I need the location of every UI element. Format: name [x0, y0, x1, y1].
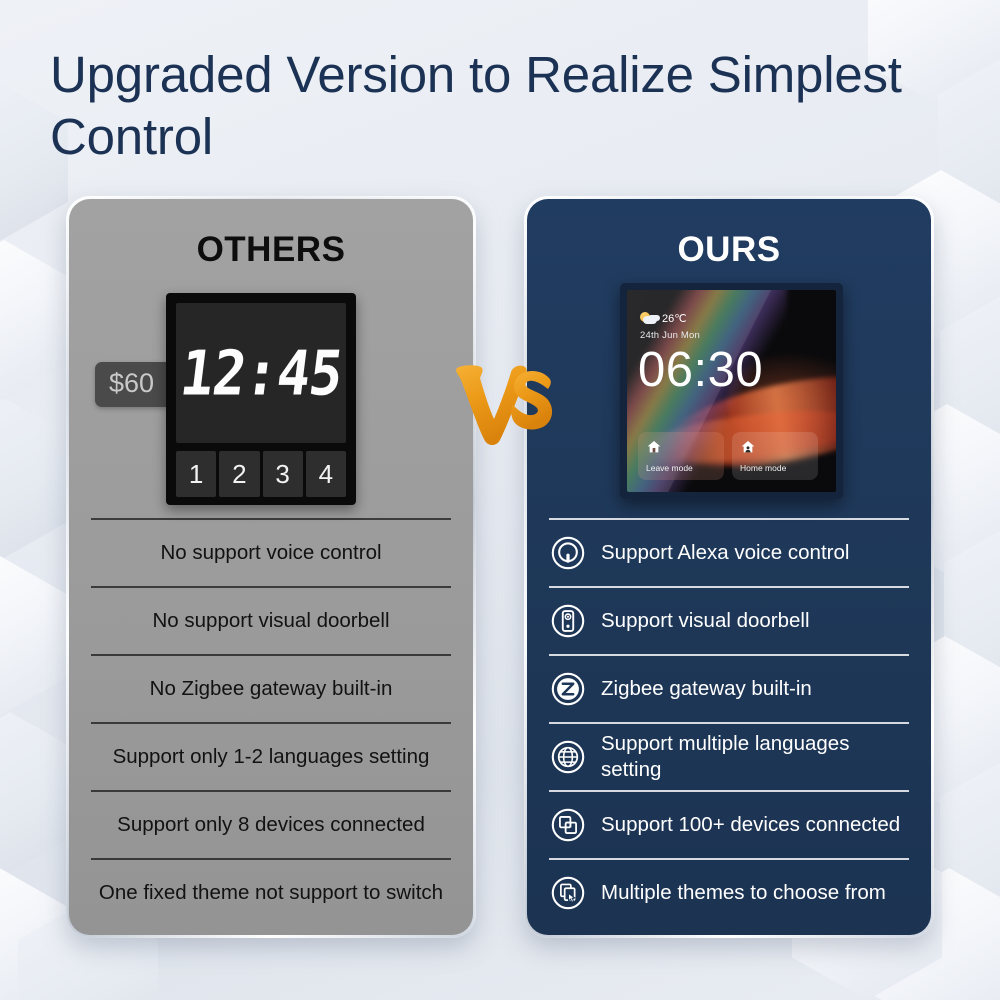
- mode-label: Home mode: [740, 463, 787, 473]
- devices-stack-icon: [549, 806, 587, 844]
- list-item: Zigbee gateway built-in: [549, 654, 909, 722]
- price-tag: $60: [95, 362, 169, 407]
- ours-device: 26℃ 24th Jun Mon 06:30 Leave mode Home m…: [527, 270, 931, 518]
- temperature-value: 26℃: [662, 313, 687, 325]
- smart-panel-screen[interactable]: 26℃ 24th Jun Mon 06:30 Leave mode Home m…: [627, 290, 836, 492]
- list-item: Support only 1-2 languages setting: [91, 722, 451, 790]
- feature-label: Support only 1-2 languages setting: [112, 745, 430, 768]
- page-title: Upgraded Version to Realize Simplest Con…: [50, 46, 902, 165]
- key-row: 1 2 3 4: [176, 451, 346, 497]
- feature-label: Support multiple languages setting: [601, 732, 850, 781]
- others-clock-time: 12:45: [176, 337, 346, 409]
- feature-label: One fixed theme not support to switch: [98, 881, 444, 904]
- feature-label: Support only 8 devices connected: [117, 813, 425, 836]
- list-item: One fixed theme not support to switch: [91, 858, 451, 926]
- mode-label: Leave mode: [646, 463, 693, 473]
- device-key[interactable]: 4: [305, 451, 346, 497]
- feature-label: Multiple themes to choose from: [601, 881, 886, 904]
- list-item: Multiple themes to choose from: [549, 858, 909, 926]
- list-item: Support only 8 devices connected: [91, 790, 451, 858]
- list-item: Support Alexa voice control: [549, 518, 909, 586]
- globe-icon: [549, 738, 587, 776]
- feature-label: Zigbee gateway built-in: [601, 677, 812, 700]
- list-item: No support visual doorbell: [91, 586, 451, 654]
- list-item: No support voice control: [91, 518, 451, 586]
- others-heading: OTHERS: [196, 230, 346, 269]
- house-door-icon: [646, 439, 716, 460]
- feature-label: No support voice control: [160, 541, 382, 564]
- ours-feature-list: Support Alexa voice control Support visu…: [527, 518, 931, 926]
- themes-cursor-icon: [549, 874, 587, 912]
- alexa-icon: [549, 534, 587, 572]
- zigbee-icon: [549, 670, 587, 708]
- home-mode-button[interactable]: Home mode: [732, 432, 818, 480]
- list-item: Support 100+ devices connected: [549, 790, 909, 858]
- feature-label: Support 100+ devices connected: [601, 813, 901, 836]
- ours-clock-time: 06:30: [638, 343, 764, 397]
- device-key[interactable]: 2: [219, 451, 260, 497]
- others-feature-list: No support voice control No support visu…: [69, 518, 473, 926]
- date-value: 24th Jun Mon: [640, 330, 700, 341]
- others-panel: OTHERS $60 12:45 1 2 3 4 No support voic…: [66, 196, 476, 938]
- weather-widget: 26℃: [640, 312, 687, 325]
- feature-label: Support Alexa voice control: [601, 541, 850, 564]
- mode-buttons: Leave mode Home mode: [638, 432, 818, 480]
- lcd-display: 12:45: [176, 303, 346, 443]
- feature-label: No Zigbee gateway built-in: [149, 677, 393, 700]
- device-key[interactable]: 1: [176, 451, 217, 497]
- feature-label: Support visual doorbell: [601, 609, 810, 632]
- leave-mode-button[interactable]: Leave mode: [638, 432, 724, 480]
- list-item: Support visual doorbell: [549, 586, 909, 654]
- feature-label: No support visual doorbell: [152, 609, 390, 632]
- house-person-icon: [740, 439, 810, 460]
- sun-cloud-icon: [640, 312, 657, 325]
- ours-panel: OURS 26℃ 24th Jun Mon 06:30 Leave mode H…: [524, 196, 934, 938]
- comparison-infographic: Upgraded Version to Realize Simplest Con…: [0, 0, 1000, 1000]
- list-item: No Zigbee gateway built-in: [91, 654, 451, 722]
- ours-heading: OURS: [677, 230, 781, 269]
- doorbell-icon: [549, 602, 587, 640]
- list-item: Support multiple languages setting: [549, 722, 909, 790]
- vs-badge: [451, 358, 559, 450]
- device-key[interactable]: 3: [262, 451, 303, 497]
- others-device: $60 12:45 1 2 3 4: [69, 270, 473, 518]
